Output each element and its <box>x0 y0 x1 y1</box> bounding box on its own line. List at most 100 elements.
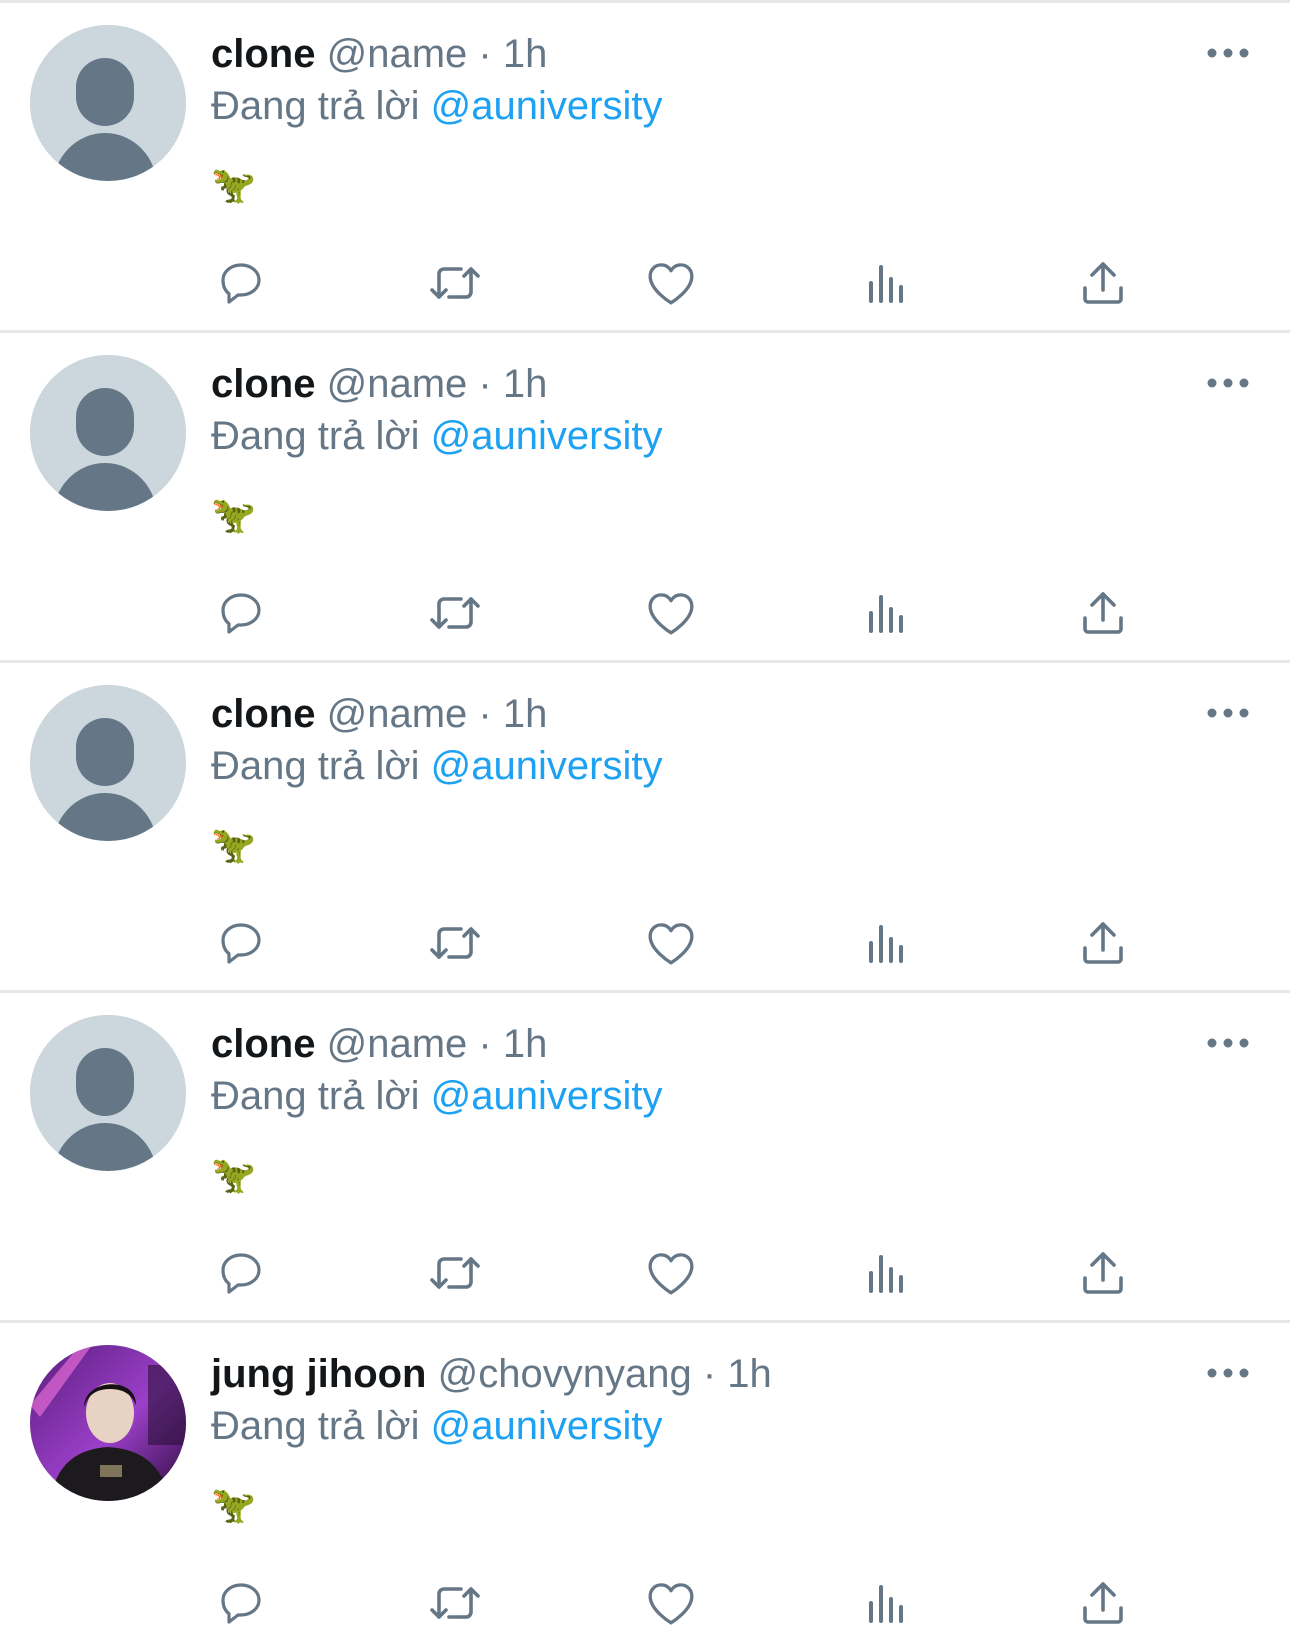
share-icon <box>1083 1252 1123 1294</box>
display-name[interactable]: clone <box>211 692 315 736</box>
tweet-actions <box>211 583 1211 643</box>
avatar[interactable] <box>30 1345 186 1501</box>
tweet-text: 🦖 <box>211 494 256 535</box>
default-profile-icon <box>30 685 186 841</box>
separator-dot: · <box>478 32 492 76</box>
share-button[interactable] <box>1073 913 1133 973</box>
reply-mention-link[interactable]: @auniversity <box>431 744 663 788</box>
reply-prefix: Đang trả lời <box>211 744 420 788</box>
tweet[interactable]: clone @name · 1h Đang trả lời @auniversi… <box>0 0 1290 330</box>
timestamp[interactable]: 1h <box>503 692 548 736</box>
display-name[interactable]: clone <box>211 32 315 76</box>
more-options-icon[interactable] <box>1206 1361 1250 1385</box>
reply-icon <box>221 593 261 634</box>
tweet-header: clone @name · 1h <box>211 1019 547 1069</box>
display-name[interactable]: clone <box>211 1022 315 1066</box>
avatar[interactable] <box>30 355 186 511</box>
tweet-actions <box>211 253 1211 313</box>
tweet[interactable]: clone @name · 1h Đang trả lời @auniversi… <box>0 330 1290 660</box>
like-icon <box>648 1253 694 1295</box>
timestamp[interactable]: 1h <box>727 1352 772 1396</box>
retweet-icon <box>430 1257 480 1289</box>
analytics-icon <box>869 265 903 303</box>
tweet-text: 🦖 <box>211 164 256 205</box>
like-button[interactable] <box>641 1243 701 1303</box>
display-name[interactable]: jung jihoon <box>211 1352 427 1396</box>
reply-context: Đang trả lời @auniversity <box>211 741 662 791</box>
timestamp[interactable]: 1h <box>503 362 548 406</box>
share-button[interactable] <box>1073 1573 1133 1633</box>
reply-icon <box>221 1253 261 1294</box>
reply-prefix: Đang trả lời <box>211 1074 420 1118</box>
like-icon <box>648 923 694 965</box>
analytics-button[interactable] <box>857 583 917 643</box>
reply-mention-link[interactable]: @auniversity <box>431 414 663 458</box>
user-handle[interactable]: @chovynyang <box>438 1352 692 1396</box>
reply-button[interactable] <box>211 913 271 973</box>
like-icon <box>648 263 694 305</box>
retweet-icon <box>430 597 480 629</box>
tweet-actions <box>211 1573 1211 1633</box>
analytics-button[interactable] <box>857 1573 917 1633</box>
retweet-button[interactable] <box>425 253 485 313</box>
tweet[interactable]: clone @name · 1h Đang trả lời @auniversi… <box>0 660 1290 990</box>
avatar[interactable] <box>30 1015 186 1171</box>
separator-dot: · <box>478 692 492 736</box>
tweet-header: clone @name · 1h <box>211 359 547 409</box>
like-icon <box>648 593 694 635</box>
user-photo-avatar-icon <box>30 1345 186 1501</box>
share-button[interactable] <box>1073 583 1133 643</box>
reply-mention-link[interactable]: @auniversity <box>431 84 663 128</box>
avatar[interactable] <box>30 685 186 841</box>
user-handle[interactable]: @name <box>327 692 468 736</box>
analytics-button[interactable] <box>857 253 917 313</box>
tweet-header: clone @name · 1h <box>211 689 547 739</box>
analytics-icon <box>869 1585 903 1623</box>
reply-button[interactable] <box>211 583 271 643</box>
reply-icon <box>221 923 261 964</box>
timestamp[interactable]: 1h <box>503 32 548 76</box>
retweet-button[interactable] <box>425 1573 485 1633</box>
reply-button[interactable] <box>211 253 271 313</box>
tweet[interactable]: clone @name · 1h Đang trả lời @auniversi… <box>0 990 1290 1320</box>
tweet[interactable]: jung jihoon @chovynyang · 1h Đang trả lờ… <box>0 1320 1290 1650</box>
user-handle[interactable]: @name <box>327 1022 468 1066</box>
default-profile-icon <box>30 25 186 181</box>
like-button[interactable] <box>641 913 701 973</box>
like-icon <box>648 1583 694 1625</box>
more-options-icon[interactable] <box>1206 1031 1250 1055</box>
tweet-actions <box>211 1243 1211 1303</box>
like-button[interactable] <box>641 583 701 643</box>
separator-dot: · <box>478 362 492 406</box>
avatar[interactable] <box>30 25 186 181</box>
reply-button[interactable] <box>211 1243 271 1303</box>
share-button[interactable] <box>1073 1243 1133 1303</box>
share-button[interactable] <box>1073 253 1133 313</box>
like-button[interactable] <box>641 253 701 313</box>
share-icon <box>1083 1582 1123 1624</box>
timestamp[interactable]: 1h <box>503 1022 548 1066</box>
more-options-icon[interactable] <box>1206 41 1250 65</box>
share-icon <box>1083 922 1123 964</box>
separator-dot: · <box>478 1022 492 1066</box>
tweet-feed: clone @name · 1h Đang trả lời @auniversi… <box>0 0 1290 1650</box>
reply-button[interactable] <box>211 1573 271 1633</box>
retweet-button[interactable] <box>425 583 485 643</box>
retweet-button[interactable] <box>425 1243 485 1303</box>
tweet-text: 🦖 <box>211 1484 256 1525</box>
retweet-icon <box>430 927 480 959</box>
default-profile-icon <box>30 355 186 511</box>
like-button[interactable] <box>641 1573 701 1633</box>
user-handle[interactable]: @name <box>327 362 468 406</box>
more-options-icon[interactable] <box>1206 701 1250 725</box>
reply-mention-link[interactable]: @auniversity <box>431 1404 663 1448</box>
more-options-icon[interactable] <box>1206 371 1250 395</box>
user-handle[interactable]: @name <box>327 32 468 76</box>
analytics-icon <box>869 1255 903 1293</box>
retweet-button[interactable] <box>425 913 485 973</box>
analytics-button[interactable] <box>857 913 917 973</box>
display-name[interactable]: clone <box>211 362 315 406</box>
reply-mention-link[interactable]: @auniversity <box>431 1074 663 1118</box>
reply-prefix: Đang trả lời <box>211 84 420 128</box>
analytics-button[interactable] <box>857 1243 917 1303</box>
